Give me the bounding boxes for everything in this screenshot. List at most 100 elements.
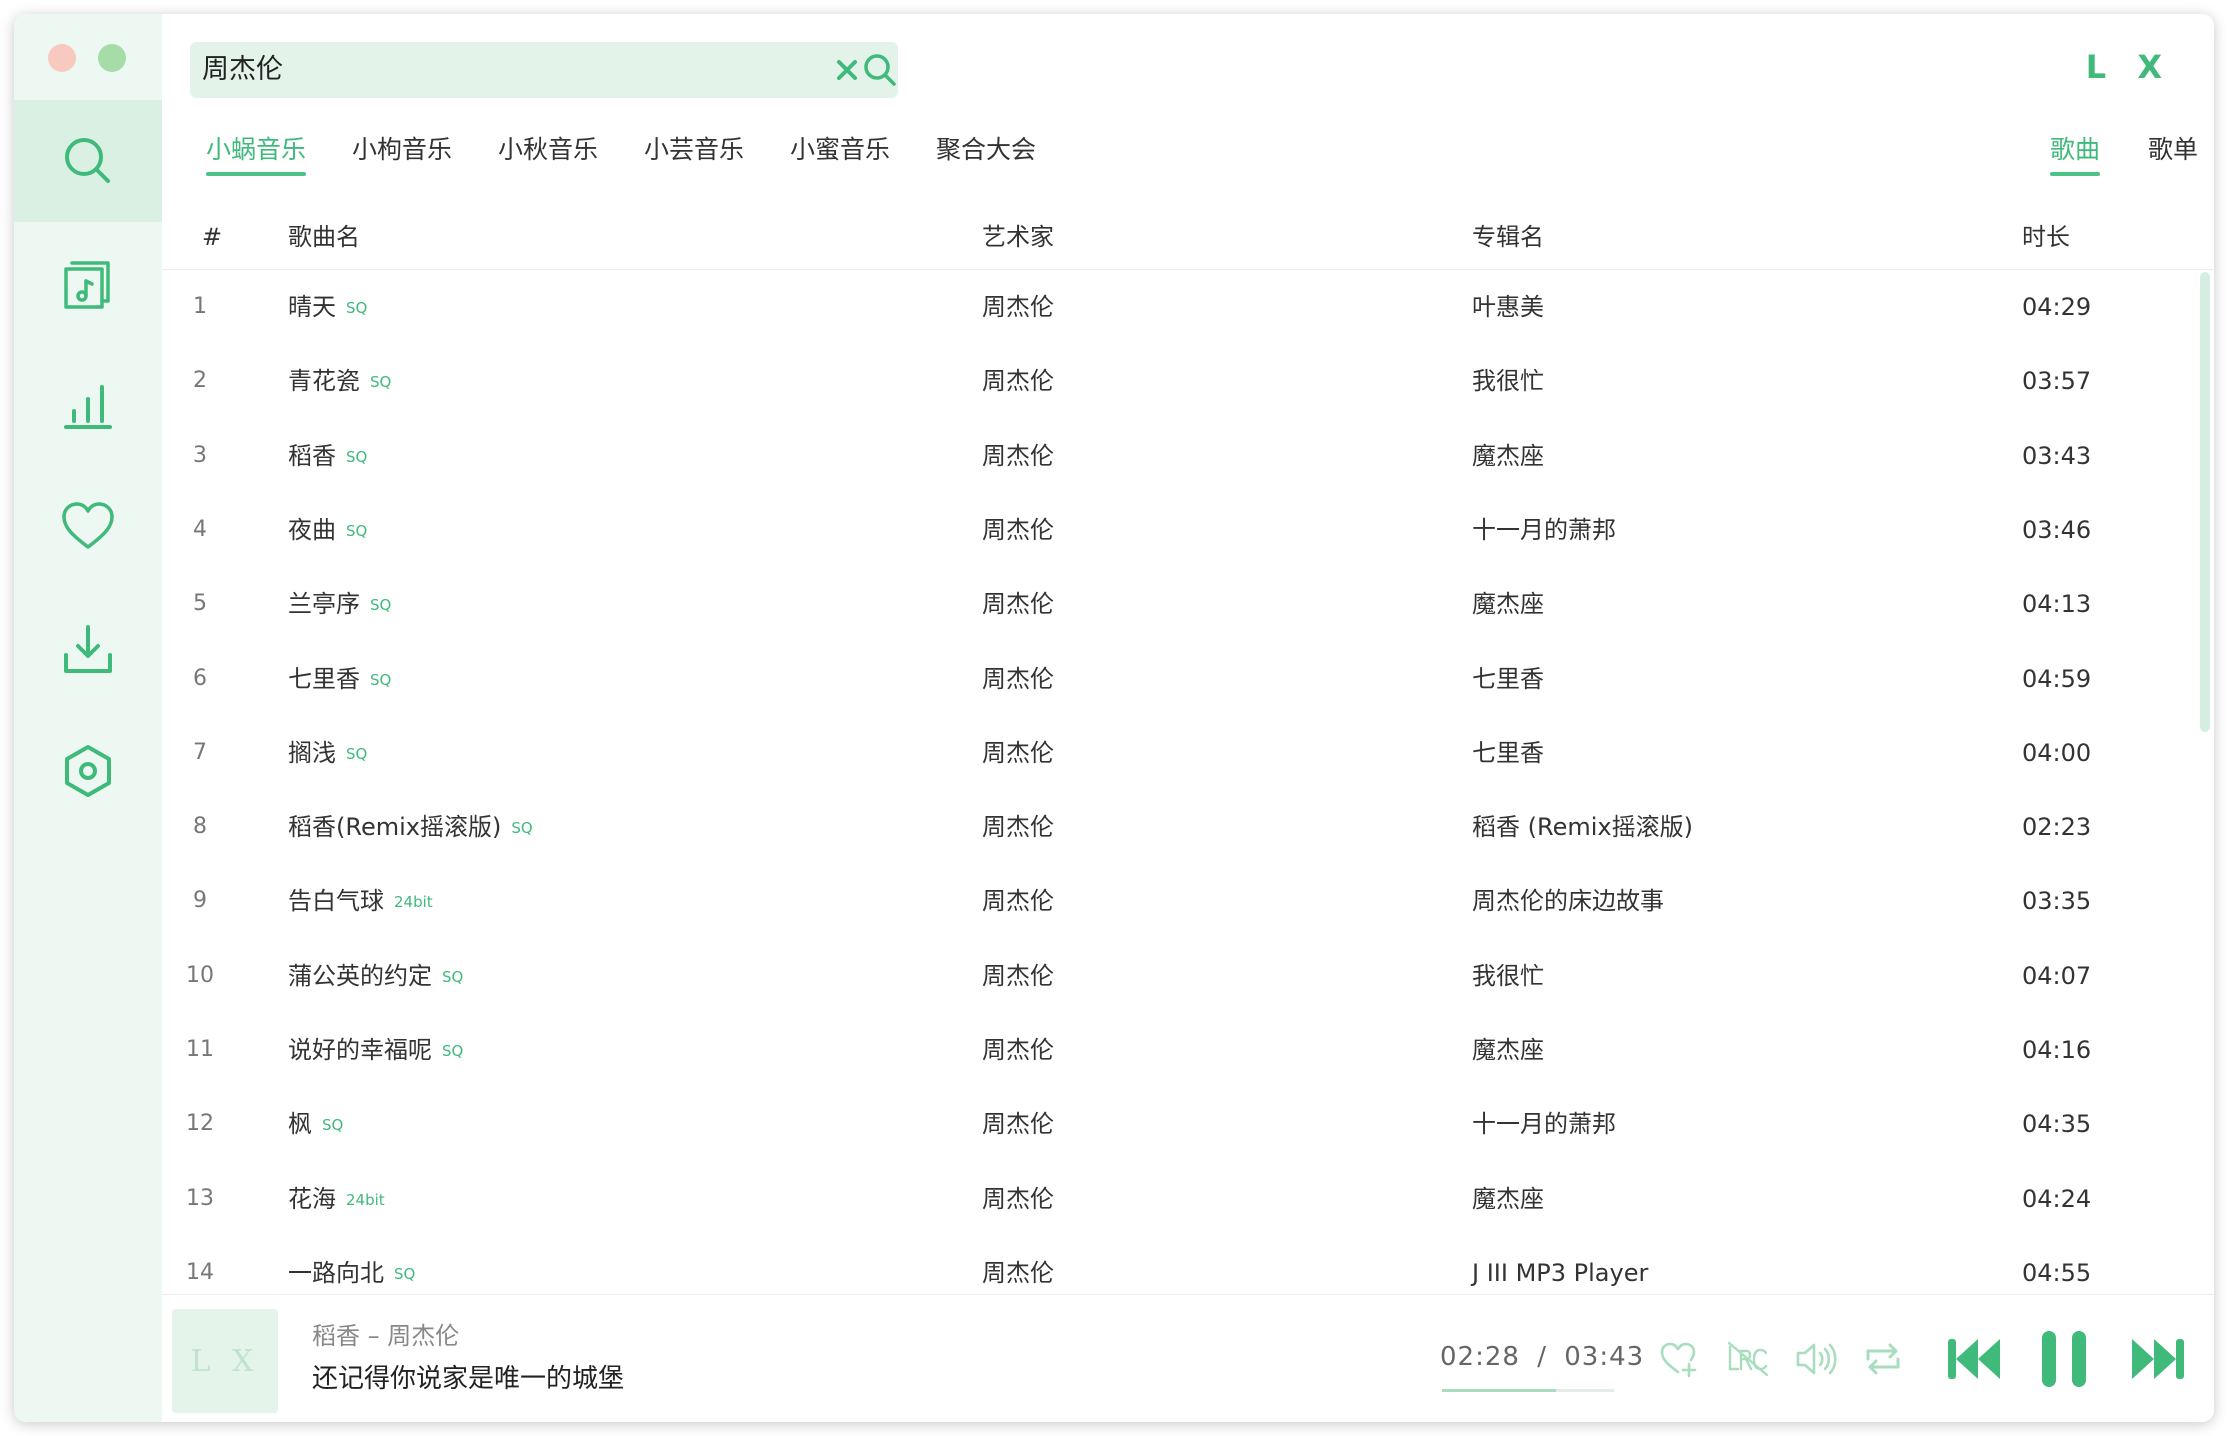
table-row[interactable]: 10 蒲公英的约定 SQ 周杰伦 我很忙 04:07 (162, 939, 2196, 1013)
column-artist: 艺术家 (982, 223, 1054, 251)
table-row[interactable]: 11 说好的幸福呢 SQ 周杰伦 魔杰座 04:16 (162, 1013, 2196, 1087)
song-album-text: 周杰伦的床边故事 (1472, 887, 1664, 916)
album-cover[interactable]: L X (172, 1309, 278, 1413)
tab-source-1[interactable]: 小蜗音乐 (206, 132, 307, 176)
add-to-favorites-button[interactable] (1658, 1339, 1698, 1379)
tab-source-6[interactable]: 聚合大会 (936, 132, 1036, 168)
repeat-button[interactable] (1862, 1339, 1904, 1379)
song-album-text: 魔杰座 (1472, 590, 1544, 619)
table-row[interactable]: 1 晴天 SQ 周杰伦 叶惠美 04:29 (162, 270, 2196, 344)
nav-search[interactable] (14, 100, 162, 222)
quality-badge: SQ (370, 670, 392, 689)
nav-download[interactable] (14, 588, 162, 710)
table-row[interactable]: 3 稻香 SQ 周杰伦 魔杰座 03:43 (162, 419, 2196, 493)
nav-favorites[interactable] (14, 466, 162, 588)
song-artist: 周杰伦 (982, 587, 1054, 621)
total-time: 03:43 (1564, 1342, 1645, 1372)
quality-badge: 24bit (394, 893, 433, 912)
table-row[interactable]: 13 花海 24bit 周杰伦 魔杰座 04:24 (162, 1162, 2196, 1236)
list-scrollbar[interactable] (2200, 272, 2210, 732)
song-duration: 04:35 (2022, 1107, 2091, 1141)
song-name-text: 说好的幸福呢 (288, 1036, 432, 1064)
song-artist: 周杰伦 (982, 662, 1054, 696)
song-duration-text: 03:43 (2022, 441, 2092, 470)
progress-fill (1442, 1389, 1556, 1392)
quality-badge: SQ (442, 967, 464, 986)
song-artist-text: 周杰伦 (982, 887, 1054, 916)
song-name-text: 稻香 (288, 441, 336, 470)
song-album-text: 十一月的萧邦 (1472, 515, 1616, 544)
quality-badge: SQ (346, 521, 368, 540)
quality-badge: 24bit (346, 1190, 385, 1209)
song-album: 魔杰座 (1472, 1033, 1544, 1067)
quality-badge: SQ (394, 1264, 416, 1283)
tab-source-5[interactable]: 小蜜音乐 (790, 132, 890, 168)
song-duration-text: 04:59 (2022, 664, 2092, 693)
table-row[interactable]: 8 稻香(Remix摇滚版) SQ 周杰伦 稻香 (Remix摇滚版) 02:23 (162, 790, 2196, 864)
song-artist-text: 周杰伦 (982, 515, 1054, 544)
clear-icon[interactable] (833, 56, 861, 84)
song-album-text: 我很忙 (1472, 961, 1544, 990)
tab-type-playlists[interactable]: 歌单 (2148, 132, 2198, 168)
song-number-text: 3 (193, 442, 207, 468)
song-number: 12 (162, 1107, 238, 1141)
nav-song-list[interactable] (14, 222, 162, 344)
window-close-button[interactable] (48, 44, 76, 72)
song-number-text: 8 (193, 814, 207, 840)
settings-icon (65, 745, 111, 797)
tab-type-songs[interactable]: 歌曲 (2050, 132, 2101, 176)
song-duration-text: 03:35 (2022, 887, 2092, 916)
table-row[interactable]: 12 枫 SQ 周杰伦 十一月的萧邦 04:35 (162, 1087, 2196, 1161)
progress-bar[interactable] (1442, 1389, 1614, 1392)
table-row[interactable]: 4 夜曲 SQ 周杰伦 十一月的萧邦 03:46 (162, 493, 2196, 567)
song-artist: 周杰伦 (982, 1182, 1054, 1216)
table-row[interactable]: 5 兰亭序 SQ 周杰伦 魔杰座 04:13 (162, 567, 2196, 641)
repeat-icon (1866, 1343, 1900, 1375)
next-button[interactable] (2128, 1333, 2188, 1385)
song-number-text: 7 (193, 739, 207, 765)
column-album: 专辑名 (1472, 223, 1544, 251)
nav-leaderboard[interactable] (14, 344, 162, 466)
table-row[interactable]: 7 搁浅 SQ 周杰伦 七里香 04:00 (162, 716, 2196, 790)
song-album-text: J III MP3 Player (1472, 1258, 1649, 1287)
table-row[interactable]: 14 一路向北 SQ 周杰伦 J III MP3 Player 04:55 (162, 1236, 2196, 1300)
main-content: 周杰伦 L X 小蜗音乐 小枸音乐 小秋音乐 小芸音乐 小蜜音乐 聚合大会 歌曲… (162, 14, 2214, 1422)
table-row[interactable]: 9 告白气球 24bit 周杰伦 周杰伦的床边故事 03:35 (162, 864, 2196, 938)
tab-source-2[interactable]: 小枸音乐 (352, 132, 452, 168)
current-time: 02:28 (1440, 1342, 1520, 1372)
nav-settings[interactable] (14, 710, 162, 832)
app-window: 周杰伦 L X 小蜗音乐 小枸音乐 小秋音乐 小芸音乐 小蜜音乐 聚合大会 歌曲… (14, 14, 2214, 1422)
song-artist-text: 周杰伦 (982, 590, 1054, 619)
song-number: 10 (162, 959, 238, 993)
volume-button[interactable] (1794, 1339, 1838, 1379)
song-name-text: 告白气球 (288, 887, 384, 916)
lyrics-toggle-button[interactable] (1726, 1339, 1770, 1379)
tab-source-4[interactable]: 小芸音乐 (644, 132, 744, 168)
player-bar: L X 稻香 – 周杰伦 还记得你说家是唯一的城堡 02:28 / 03:43 (162, 1294, 2214, 1422)
pause-button[interactable] (2036, 1327, 2092, 1391)
song-artist-text: 周杰伦 (982, 1110, 1054, 1139)
search-input[interactable]: 周杰伦 (202, 42, 283, 98)
previous-button[interactable] (1944, 1333, 2004, 1385)
tab-source-3[interactable]: 小秋音乐 (498, 132, 598, 168)
song-album-text: 魔杰座 (1472, 1184, 1544, 1213)
song-name-text: 花海 (288, 1184, 336, 1213)
song-number: 11 (162, 1033, 238, 1067)
song-name: 搁浅 SQ (288, 736, 367, 771)
song-artist: 周杰伦 (982, 959, 1054, 993)
song-album: 十一月的萧邦 (1472, 513, 1616, 547)
song-duration: 04:00 (2022, 736, 2091, 770)
song-artist-text: 周杰伦 (982, 1184, 1054, 1213)
song-number: 13 (162, 1182, 238, 1216)
column-song-name: 歌曲名 (288, 223, 360, 251)
lrc-icon (1727, 1341, 1769, 1377)
search-button-icon[interactable] (860, 50, 900, 90)
table-row[interactable]: 6 七里香 SQ 周杰伦 七里香 04:59 (162, 642, 2196, 716)
previous-icon (1948, 1339, 2000, 1379)
table-row[interactable]: 2 青花瓷 SQ 周杰伦 我很忙 03:57 (162, 344, 2196, 418)
song-duration-text: 04:29 (2022, 293, 2092, 321)
window-maximize-button[interactable] (98, 44, 126, 72)
song-album: 七里香 (1472, 662, 1544, 696)
song-name: 兰亭序 SQ (288, 587, 391, 622)
song-number: 4 (162, 513, 238, 547)
